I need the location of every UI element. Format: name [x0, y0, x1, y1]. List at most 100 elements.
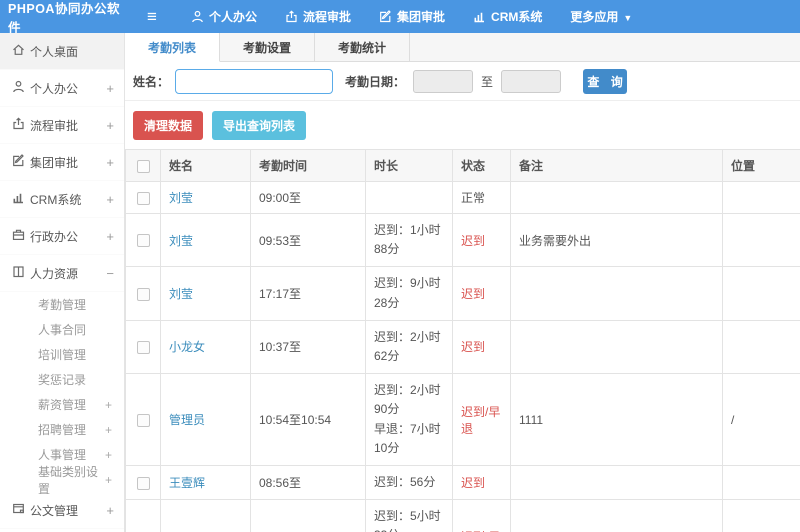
attendance-time: 09:53至 — [250, 212, 366, 268]
duration — [365, 181, 453, 214]
menu-toggle-icon[interactable]: ≡ — [147, 8, 167, 25]
action-buttons: 清理数据 导出查询列表 — [125, 101, 800, 149]
attendance-table: 姓名 考勤时间 时长 状态 备注 位置 刘莹 09:00至 正常 刘莹 09:53至 迟到… — [125, 149, 800, 532]
status-badge: 正常 — [452, 181, 511, 214]
expander-icon: − — [106, 265, 114, 281]
location — [722, 212, 800, 268]
table-row: 刘莹 09:53至 迟到：1小时88分 迟到 业务需要外出 — [125, 212, 800, 268]
duration: 迟到：56分 — [365, 464, 453, 501]
employee-name-link[interactable]: 刘莹 — [169, 287, 193, 301]
sidebar-subitem-0[interactable]: 考勤管理 — [0, 292, 124, 317]
employee-name-link[interactable]: 管理员 — [169, 413, 205, 427]
sidebar-item-4[interactable]: CRM系统 + — [0, 181, 124, 218]
sidebar-subitem-label: 培训管理 — [38, 348, 87, 362]
sidebar-item-7[interactable]: 公文管理 + — [0, 492, 124, 529]
sidebar-item-label: 个人桌面 — [30, 44, 79, 59]
row-checkbox[interactable] — [136, 234, 150, 248]
sidebar-subitem-5[interactable]: 招聘管理 + — [0, 417, 124, 442]
caret-down-icon: ▼ — [623, 12, 633, 23]
top-nav-label: 个人办公 — [209, 10, 258, 24]
col-header-location: 位置 — [722, 149, 800, 182]
col-header-time: 考勤时间 — [250, 149, 366, 182]
sidebar-item-3[interactable]: 集团审批 + — [0, 144, 124, 181]
sidebar-item-6[interactable]: 人力资源 − — [0, 255, 124, 292]
attendance-time: 08:56至 — [250, 464, 366, 501]
query-button[interactable]: 查 询 — [583, 68, 628, 94]
sidebar-item-label: 行政办公 — [30, 229, 79, 244]
sidebar-item-label: 集团审批 — [30, 155, 79, 170]
top-nav-label: 集团审批 — [397, 10, 446, 24]
sidebar-subitem-4[interactable]: 薪资管理 + — [0, 392, 124, 417]
expander-icon: + — [104, 397, 112, 412]
sidebar-subitem-label: 奖惩记录 — [38, 373, 87, 387]
location: / — [722, 373, 800, 466]
sidebar-item-2[interactable]: 流程审批 + — [0, 107, 124, 144]
status-badge: 迟到 — [452, 212, 511, 268]
top-header: PHPOA协同办公软件 ≡ 个人办公 流程审批 集团审批 CRM系统 更多应用 ▼ — [0, 0, 800, 35]
expander-icon: + — [106, 191, 114, 207]
employee-name-link[interactable]: 刘莹 — [169, 234, 193, 248]
expander-icon: + — [106, 154, 114, 170]
sidebar-subitem-3[interactable]: 奖惩记录 — [0, 367, 124, 392]
top-nav-item-3[interactable]: CRM系统 — [473, 8, 542, 25]
table-row: 王壹辉 08:56至 迟到：56分 迟到 — [125, 464, 800, 501]
row-checkbox[interactable] — [136, 413, 150, 427]
row-checkbox[interactable] — [136, 476, 150, 490]
sidebar-item-label: 个人办公 — [30, 81, 79, 96]
tab-1[interactable]: 考勤设置 — [220, 33, 315, 61]
sidebar-item-label: 流程审批 — [30, 118, 79, 133]
edit-icon — [379, 10, 392, 23]
sidebar-subitem-1[interactable]: 人事合同 — [0, 317, 124, 342]
sidebar-item-1[interactable]: 个人办公 + — [0, 70, 124, 107]
top-nav-item-4[interactable]: 更多应用 ▼ — [570, 8, 632, 25]
date-to-input[interactable] — [501, 69, 562, 93]
sidebar-subitem-7[interactable]: 基础类别设置 + — [0, 465, 124, 496]
location — [722, 266, 800, 321]
top-nav-item-2[interactable]: 集团审批 — [379, 8, 445, 25]
attendance-table-body: 刘莹 09:00至 正常 刘莹 09:53至 迟到：1小时88分 迟到 业务需要外出 刘莹 17:… — [125, 181, 800, 532]
top-nav: 个人办公 流程审批 集团审批 CRM系统 更多应用 ▼ — [191, 8, 632, 25]
row-checkbox[interactable] — [136, 341, 150, 355]
sidebar-item-label: 公文管理 — [30, 503, 79, 518]
table-header-row: 姓名 考勤时间 时长 状态 备注 位置 — [125, 149, 800, 182]
row-checkbox[interactable] — [136, 191, 150, 205]
clean-data-button[interactable]: 清理数据 — [133, 111, 204, 140]
location — [722, 181, 800, 214]
duration: 迟到：9小时28分 — [365, 266, 453, 321]
sidebar-nav: 个人桌面 个人办公 + 流程审批 + 集团审批 + CRM系统 + 行政办公 + 人力资源 − 考勤管理人… — [0, 33, 125, 532]
col-header-duration: 时长 — [365, 149, 453, 182]
status-badge: 迟到 — [452, 266, 511, 321]
top-nav-label: 流程审批 — [303, 10, 352, 24]
sidebar-subitem-label: 招聘管理 — [38, 423, 87, 437]
sidebar-subitem-2[interactable]: 培训管理 — [0, 342, 124, 367]
note: 业务需要外出 — [510, 212, 723, 268]
note — [510, 181, 723, 214]
date-to-separator: 至 — [481, 74, 494, 89]
tab-0[interactable]: 考勤列表 — [125, 33, 220, 62]
sidebar-item-0[interactable]: 个人桌面 — [0, 33, 124, 70]
name-label: 姓名： — [133, 74, 170, 89]
book-icon — [12, 265, 30, 281]
duration: 迟到：2小时62分 — [365, 319, 453, 375]
date-from-input[interactable] — [413, 69, 474, 93]
table-row: 刘莹 17:17至 迟到：9小时28分 迟到 — [125, 266, 800, 321]
note — [510, 319, 723, 375]
top-nav-item-1[interactable]: 流程审批 — [285, 8, 351, 25]
name-input[interactable] — [175, 68, 334, 94]
status-badge: 迟到 — [452, 319, 511, 375]
tab-2[interactable]: 考勤统计 — [315, 33, 410, 61]
select-all-checkbox[interactable] — [136, 159, 150, 173]
row-checkbox[interactable] — [136, 287, 150, 301]
top-nav-item-0[interactable]: 个人办公 — [191, 8, 257, 25]
sidebar-item-label: CRM系统 — [30, 192, 82, 207]
sidebar-submenu: 考勤管理 人事合同 培训管理 奖惩记录 薪资管理 + 招聘管理 + 人事管理 + 基础类别设置 + — [0, 292, 124, 496]
expander-icon: + — [106, 80, 114, 96]
sidebar-item-5[interactable]: 行政办公 + — [0, 218, 124, 255]
employee-name-link[interactable]: 王壹辉 — [169, 476, 205, 490]
export-list-button[interactable]: 导出查询列表 — [212, 111, 307, 140]
attendance-time: 13:20至13:20 — [250, 499, 366, 532]
table-row: 黄蓉13:20至13:20迟到：5小时33分早退：4小时67分迟到/早退/ — [125, 499, 800, 532]
employee-name-link[interactable]: 小龙女 — [169, 340, 205, 354]
main-content: 考勤列表 考勤设置 考勤统计 姓名： 考勤日期： 至 查 询 清理数据 导出查询列表… — [125, 33, 800, 532]
employee-name-link[interactable]: 刘莹 — [169, 191, 193, 205]
